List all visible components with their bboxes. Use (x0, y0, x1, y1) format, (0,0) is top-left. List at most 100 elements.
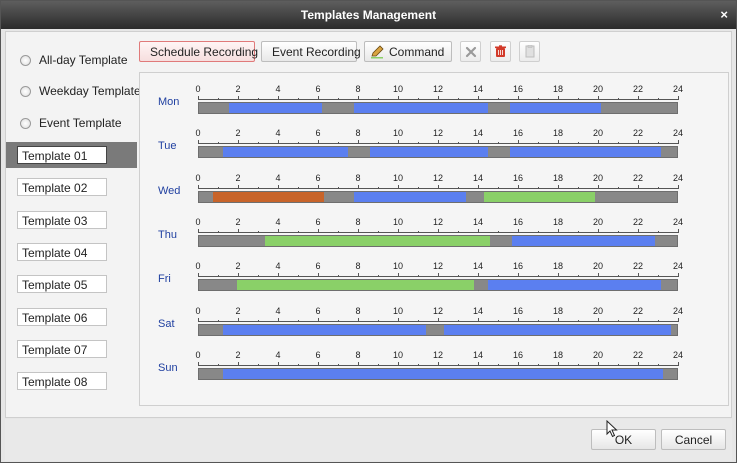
template-name-box[interactable]: Template 03 (17, 211, 107, 229)
template-row[interactable]: Template 05 (6, 271, 137, 297)
hour-tick-mark (338, 275, 339, 277)
hour-tick-label: 14 (472, 84, 484, 94)
hour-tick-mark (278, 229, 279, 233)
hour-tick-label: 2 (235, 173, 241, 183)
hour-tick-mark (438, 362, 439, 366)
hour-tick-mark (378, 187, 379, 189)
template-name-box[interactable]: Template 01 (17, 146, 107, 164)
template-row[interactable]: Template 03 (6, 207, 137, 233)
day-row-thu: Thu 0 2 4 6 8 10 12 14 16 18 20 22 24 (140, 212, 728, 252)
schedule-recording-segment[interactable] (222, 325, 427, 335)
hour-tick-mark (398, 318, 399, 322)
copy-icon[interactable] (519, 41, 540, 62)
day-timeline-track[interactable] (198, 324, 678, 336)
template-name-box[interactable]: Template 02 (17, 178, 107, 196)
radio-button[interactable] (20, 85, 31, 97)
template-row[interactable]: Template 02 (6, 174, 137, 200)
hour-tick-label: 22 (632, 128, 644, 138)
close-icon[interactable]: × (720, 7, 728, 22)
schedule-recording-segment[interactable] (222, 147, 349, 157)
hour-tick-label: 0 (195, 306, 201, 316)
hour-tick-label: 18 (552, 217, 564, 227)
schedule-recording-segment[interactable] (511, 236, 656, 246)
day-label: Fri (158, 273, 171, 285)
dialog-title: Templates Management (300, 8, 437, 22)
hour-tick-label: 12 (432, 128, 444, 138)
hour-tick-mark (278, 273, 279, 277)
hour-tick-mark (538, 320, 539, 322)
day-timeline-track[interactable] (198, 102, 678, 114)
trash-icon[interactable] (490, 41, 511, 62)
schedule-recording-segment[interactable] (222, 369, 664, 379)
day-timeline-track[interactable] (198, 191, 678, 203)
schedule-recording-segment[interactable] (354, 192, 466, 202)
hour-tick-mark (678, 273, 679, 277)
hour-tick-label: 2 (235, 350, 241, 360)
cancel-button[interactable]: Cancel (661, 429, 726, 450)
template-row[interactable]: Template 08 (6, 368, 137, 394)
hour-tick-label: 4 (275, 84, 281, 94)
radio-weekday-template[interactable]: Weekday Template (20, 83, 141, 99)
radio-button[interactable] (20, 117, 31, 129)
hour-tick-mark (618, 142, 619, 144)
radio-event-template[interactable]: Event Template (20, 115, 122, 131)
command-recording-segment[interactable] (483, 192, 596, 202)
x-delete-icon[interactable] (460, 41, 481, 62)
event-recording-button[interactable]: Event Recording (261, 41, 361, 62)
schedule-recording-segment[interactable] (228, 103, 323, 113)
radio-button[interactable] (20, 54, 31, 66)
template-name-box[interactable]: Template 04 (17, 243, 107, 261)
hour-tick-mark (518, 362, 519, 366)
day-timeline-track[interactable] (198, 368, 678, 380)
day-timeline-track[interactable] (198, 279, 678, 291)
schedule-recording-segment[interactable] (509, 147, 662, 157)
command-recording-segment[interactable] (264, 236, 490, 246)
event-recording-segment[interactable] (212, 192, 325, 202)
day-timeline-track[interactable] (198, 235, 678, 247)
schedule-recording-button[interactable]: Schedule Recording (139, 41, 258, 62)
hour-tick-label: 16 (512, 84, 524, 94)
command-recording-segment[interactable] (236, 280, 474, 290)
hour-tick-mark (518, 229, 519, 233)
template-name-box[interactable]: Template 08 (17, 372, 107, 390)
schedule-recording-segment[interactable] (443, 325, 672, 335)
hour-tick-mark (238, 273, 239, 277)
schedule-recording-segment[interactable] (354, 103, 488, 113)
hour-tick-mark (618, 231, 619, 233)
hour-ruler: 0 2 4 6 8 10 12 14 16 18 20 22 24 (195, 128, 683, 140)
template-name-box[interactable]: Template 07 (17, 340, 107, 358)
day-timeline-track[interactable] (198, 146, 678, 158)
hour-tick-mark (618, 187, 619, 189)
hour-tick-mark (358, 185, 359, 189)
hour-tick-mark (438, 318, 439, 322)
template-name-box[interactable]: Template 05 (17, 275, 107, 293)
hour-tick-mark (458, 275, 459, 277)
template-row[interactable]: Template 07 (6, 336, 137, 362)
hour-tick-mark (678, 318, 679, 322)
hour-tick-mark (198, 229, 199, 233)
hour-tick-mark (338, 320, 339, 322)
template-row[interactable]: Template 04 (6, 239, 137, 265)
hour-tick-label: 4 (275, 261, 281, 271)
radio-all-day-template[interactable]: All-day Template (20, 52, 128, 68)
ok-button[interactable]: OK (591, 429, 656, 450)
hour-tick-mark (638, 96, 639, 100)
hour-tick-mark (558, 185, 559, 189)
template-name-box[interactable]: Template 06 (17, 308, 107, 326)
schedule-recording-segment[interactable] (487, 280, 662, 290)
hour-tick-mark (298, 275, 299, 277)
hour-tick-label: 20 (592, 261, 604, 271)
hour-tick-mark (278, 185, 279, 189)
schedule-recording-segment[interactable] (509, 103, 602, 113)
template-row[interactable]: Template 01 (6, 142, 137, 168)
hour-tick-label: 10 (392, 350, 404, 360)
hour-tick-mark (578, 98, 579, 100)
hour-tick-label: 10 (392, 84, 404, 94)
hour-tick-label: 8 (355, 84, 361, 94)
command-button[interactable]: Command (364, 41, 452, 62)
hour-tick-mark (318, 362, 319, 366)
template-row[interactable]: Template 06 (6, 304, 137, 330)
schedule-recording-segment[interactable] (370, 147, 488, 157)
mouse-cursor-icon (606, 420, 618, 438)
hour-tick-mark (458, 320, 459, 322)
